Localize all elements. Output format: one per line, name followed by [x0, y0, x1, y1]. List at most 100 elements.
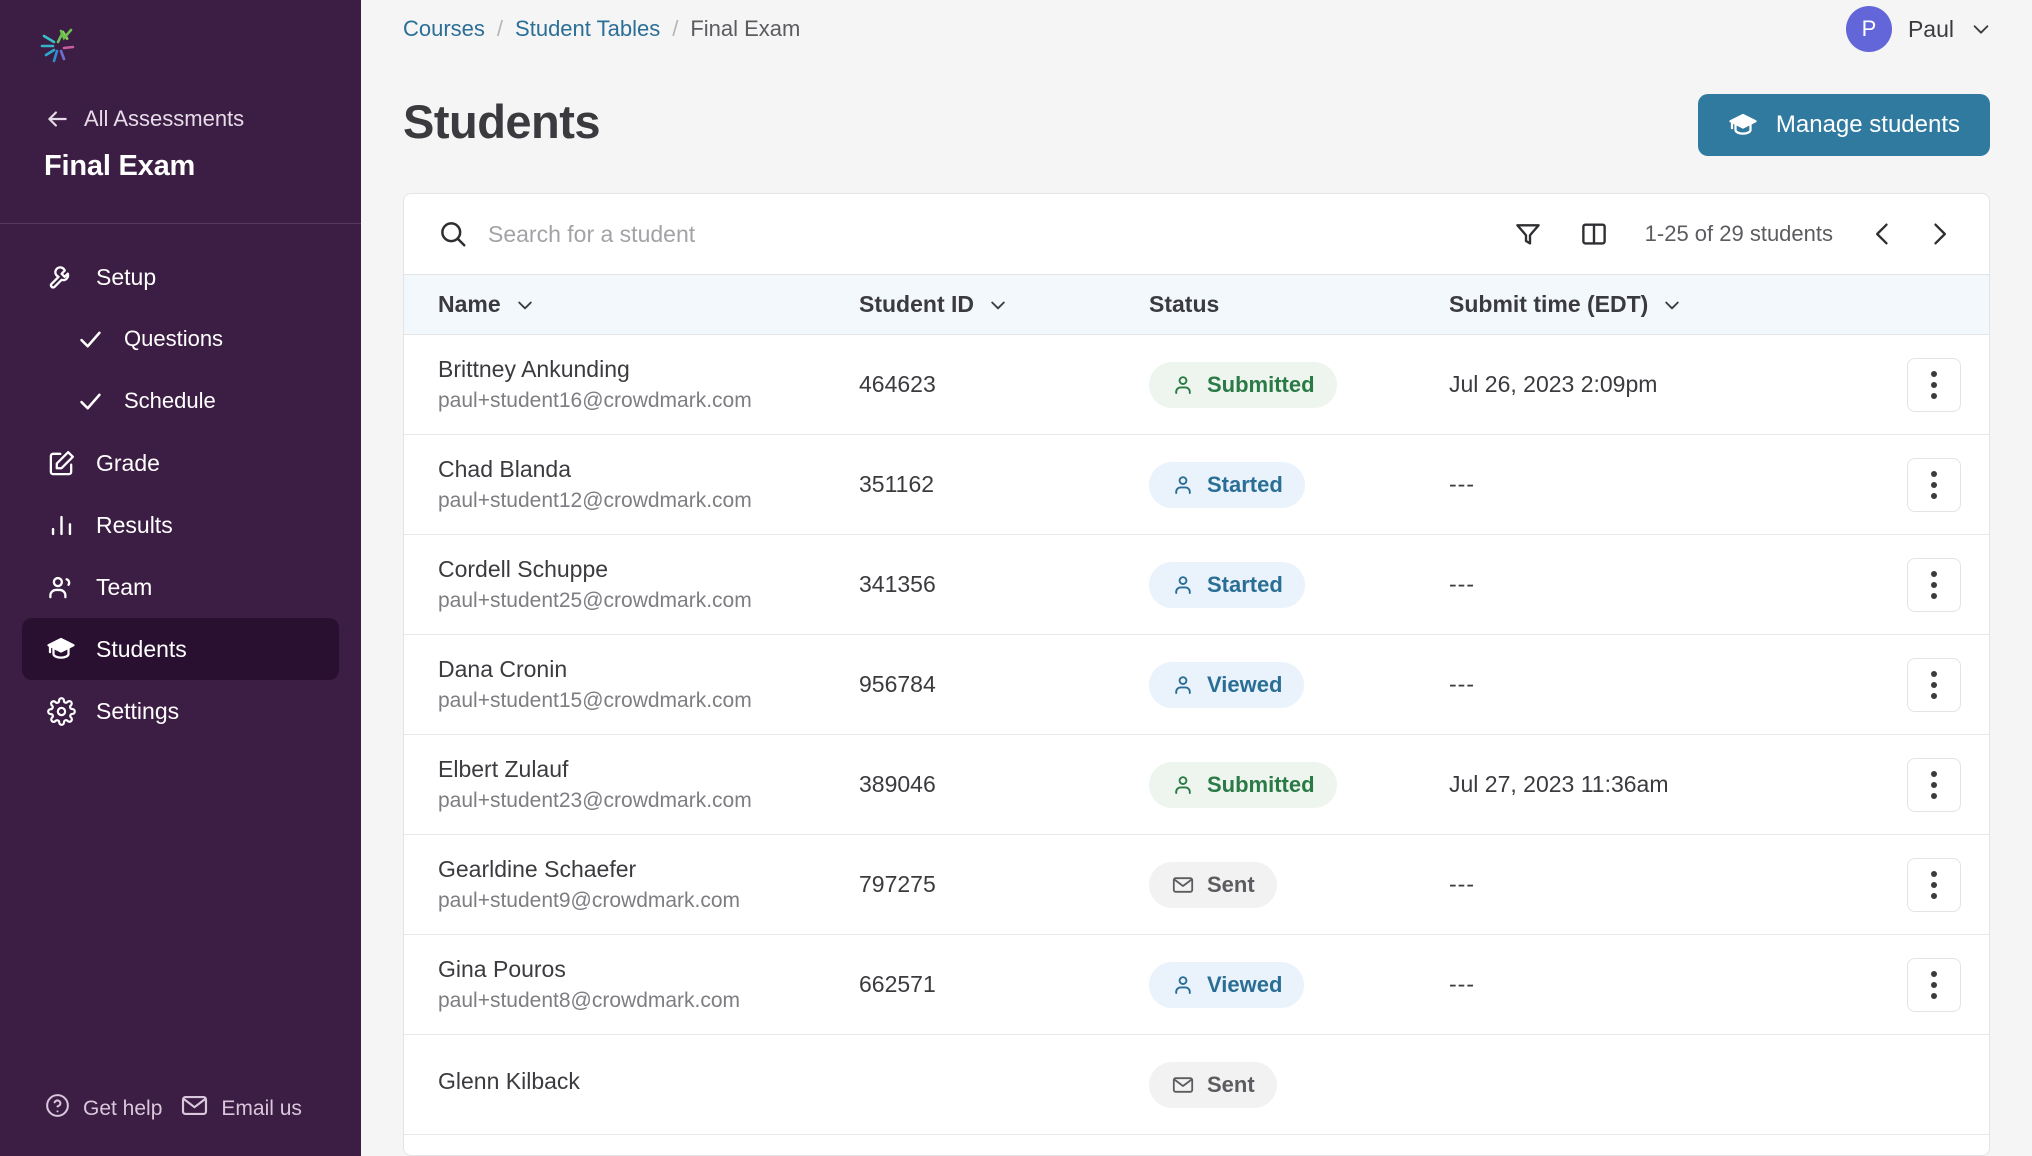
cell-actions	[1879, 635, 1989, 735]
student-name: Gearldine Schaefer	[438, 856, 859, 883]
student-name: Dana Cronin	[438, 656, 859, 683]
sidebar-item-label: Schedule	[124, 388, 216, 414]
row-menu-button[interactable]	[1907, 458, 1961, 512]
sidebar-footer: Get help Email us	[0, 1091, 361, 1156]
column-header-name[interactable]: Name	[404, 275, 859, 335]
status-label: Viewed	[1207, 672, 1282, 698]
cell-submit-time: ---	[1449, 835, 1879, 935]
cell-submit-time: ---	[1449, 635, 1879, 735]
row-menu-button[interactable]	[1907, 958, 1961, 1012]
row-menu-button[interactable]	[1907, 658, 1961, 712]
user-menu[interactable]: P Paul	[1846, 6, 1992, 52]
person-icon	[1171, 573, 1195, 597]
table-row[interactable]: Brittney Ankundingpaul+student16@crowdma…	[404, 335, 1989, 435]
cell-name: Chad Blandapaul+student12@crowdmark.com	[404, 435, 859, 535]
sidebar-item-setup[interactable]: Setup	[22, 246, 339, 308]
status-badge: Started	[1149, 562, 1305, 608]
cell-actions	[1879, 935, 1989, 1035]
next-page-button[interactable]	[1923, 218, 1955, 250]
status-badge: Submitted	[1149, 762, 1337, 808]
cell-submit-time: ---	[1449, 435, 1879, 535]
cell-actions	[1879, 835, 1989, 935]
student-name: Brittney Ankunding	[438, 356, 859, 383]
row-menu-button[interactable]	[1907, 758, 1961, 812]
student-id: 662571	[859, 971, 936, 997]
back-to-assessments-link[interactable]: All Assessments	[0, 92, 361, 132]
get-help-label: Get help	[83, 1097, 162, 1121]
column-label: Name	[438, 291, 501, 318]
logo-container[interactable]	[0, 0, 361, 92]
sidebar-item-team[interactable]: Team	[22, 556, 339, 618]
row-menu-button[interactable]	[1907, 858, 1961, 912]
table-row[interactable]: Glenn Kilback Sent	[404, 1035, 1989, 1135]
breadcrumb-item-courses[interactable]: Courses	[403, 16, 485, 42]
manage-students-button[interactable]: Manage students	[1698, 94, 1990, 156]
page-header: Students Manage students	[361, 58, 2032, 156]
submit-time: Jul 26, 2023 2:09pm	[1449, 371, 1657, 397]
sidebar-item-label: Results	[96, 512, 173, 539]
status-badge: Viewed	[1149, 662, 1304, 708]
sidebar-item-settings[interactable]: Settings	[22, 680, 339, 742]
sidebar-item-label: Settings	[96, 698, 179, 725]
cell-name: Elbert Zulauf paul+student23@crowdmark.co…	[404, 735, 859, 835]
crowdmark-logo	[38, 26, 78, 66]
status-badge: Sent	[1149, 862, 1277, 908]
table-row[interactable]: Chad Blandapaul+student12@crowdmark.com3…	[404, 435, 1989, 535]
cell-submit-time: Jul 27, 2023 11:36am	[1449, 735, 1879, 835]
breadcrumb-separator: /	[672, 16, 678, 42]
pagination-count: 1-25 of 29 students	[1645, 221, 1833, 247]
column-header-submit-time[interactable]: Submit time (EDT)	[1449, 275, 1879, 335]
check-icon	[76, 387, 104, 415]
cell-student-id	[859, 1035, 1149, 1135]
breadcrumb-item-student-tables[interactable]: Student Tables	[515, 16, 660, 42]
sidebar-item-schedule[interactable]: Schedule	[22, 370, 339, 432]
student-id: 351162	[859, 471, 934, 497]
question-circle-icon	[44, 1092, 71, 1125]
column-header-status: Status	[1149, 275, 1449, 335]
envelope-icon	[1171, 873, 1195, 897]
table-row[interactable]: Elbert Zulauf paul+student23@crowdmark.co…	[404, 735, 1989, 835]
student-email: paul+student8@crowdmark.com	[438, 989, 859, 1013]
sidebar-item-grade[interactable]: Grade	[22, 432, 339, 494]
student-name: Glenn Kilback	[438, 1068, 859, 1095]
row-menu-button[interactable]	[1907, 558, 1961, 612]
students-table: Name Student ID	[404, 274, 1989, 1135]
student-id: 797275	[859, 871, 936, 897]
cell-name: Brittney Ankundingpaul+student16@crowdma…	[404, 335, 859, 435]
submit-time: Jul 27, 2023 11:36am	[1449, 771, 1669, 797]
student-name: Elbert Zulauf	[438, 756, 859, 783]
sidebar-item-questions[interactable]: Questions	[22, 308, 339, 370]
person-icon	[1171, 773, 1195, 797]
get-help-link[interactable]: Get help	[44, 1092, 162, 1125]
previous-page-button[interactable]	[1867, 218, 1899, 250]
cell-status: Viewed	[1149, 635, 1449, 735]
status-badge: Sent	[1149, 1062, 1277, 1108]
row-menu-button[interactable]	[1907, 358, 1961, 412]
sidebar-item-students[interactable]: Students	[22, 618, 339, 680]
table-row[interactable]: Gina Pourospaul+student8@crowdmark.com66…	[404, 935, 1989, 1035]
submit-time: ---	[1449, 471, 1475, 497]
table-body: Brittney Ankundingpaul+student16@crowdma…	[404, 335, 1989, 1135]
cell-name: Gina Pourospaul+student8@crowdmark.com	[404, 935, 859, 1035]
email-us-link[interactable]: Email us	[180, 1091, 302, 1126]
cell-submit-time: ---	[1449, 935, 1879, 1035]
student-email: paul+student15@crowdmark.com	[438, 689, 859, 713]
email-us-label: Email us	[221, 1097, 302, 1121]
search-input[interactable]	[488, 221, 1511, 248]
student-email: paul+student23@crowdmark.com	[438, 789, 859, 813]
table-row[interactable]: Dana Croninpaul+student15@crowdmark.com9…	[404, 635, 1989, 735]
sidebar-item-results[interactable]: Results	[22, 494, 339, 556]
column-header-student-id[interactable]: Student ID	[859, 275, 1149, 335]
filter-icon[interactable]	[1511, 217, 1545, 251]
sidebar-item-label: Grade	[96, 450, 160, 477]
table-row[interactable]: Gearldine Schaeferpaul+student9@crowdmar…	[404, 835, 1989, 935]
status-badge: Started	[1149, 462, 1305, 508]
columns-icon[interactable]	[1577, 217, 1611, 251]
table-row[interactable]: Cordell Schuppepaul+student25@crowdmark.…	[404, 535, 1989, 635]
student-email: paul+student25@crowdmark.com	[438, 589, 859, 613]
bar-chart-icon	[46, 510, 76, 540]
cell-status: Submitted	[1149, 735, 1449, 835]
sidebar-item-label: Setup	[96, 264, 156, 291]
sidebar-item-label: Students	[96, 636, 187, 663]
chevron-down-icon	[515, 295, 535, 315]
